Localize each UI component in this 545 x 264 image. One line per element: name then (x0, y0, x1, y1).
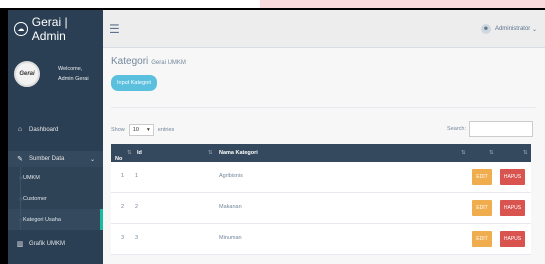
caret-down-icon: ⌄ (530, 26, 537, 33)
hapus-button[interactable]: HAPUS (500, 231, 525, 247)
sidebar-item-label: Kategori Usaha (23, 216, 61, 223)
caret-down-icon: ▾ (147, 127, 150, 133)
show-label: Show (111, 127, 125, 133)
menu-toggle-icon[interactable]: ☰ (109, 22, 120, 36)
search-control: Search: (447, 121, 533, 137)
sidebar-item-customer[interactable]: Customer (8, 188, 103, 209)
main-content: Kategori Gerai UMKM Input Kategori Show … (103, 48, 545, 264)
entries-select[interactable]: 10 ▾ (128, 124, 154, 136)
top-decor-strip (260, 0, 545, 8)
sidebar-item-grafik[interactable]: ▥ Grafik UMKM (8, 236, 103, 251)
entries-control: Show 10 ▾ entries (111, 124, 174, 136)
sort-icon: ⇅ (208, 150, 213, 156)
cloud-icon: ☁ (14, 22, 28, 36)
edit-button[interactable]: EDIT (472, 200, 492, 216)
edit-button[interactable]: EDIT (472, 169, 492, 185)
sort-icon: ⇅ (127, 150, 132, 156)
home-icon: ⌂ (17, 126, 23, 133)
user-menu[interactable]: ☻ Administrator ⌄ (480, 24, 537, 34)
avatar: Gerai (14, 61, 40, 87)
user-name: Administrator (494, 26, 531, 32)
topbar: ☰ ☻ Administrator ⌄ (103, 10, 545, 48)
page-title: Kategori (111, 56, 149, 67)
input-kategori-button[interactable]: Input Kategori (111, 75, 158, 91)
bullet-icon (18, 175, 23, 180)
bar-chart-icon: ▥ (16, 240, 24, 248)
bullet-icon (18, 217, 23, 222)
sidebar-item-kategori-usaha[interactable]: Kategori Usaha (8, 209, 103, 230)
table-row: 3 3 Minuman EDIT HAPUS (111, 224, 531, 255)
entries-label: entries (157, 127, 175, 133)
sidebar-item-sumber-data[interactable]: ✎ Sumber Data ⌄ (8, 151, 103, 167)
chevron-down-icon: ⌄ (89, 156, 95, 163)
sidebar-item-label: Sumber Data (29, 156, 65, 162)
table-header: No ⇅ Id ⇅ Nama Kategori ⇅ ⇅ ⇅ (111, 144, 531, 162)
search-input[interactable] (469, 121, 533, 137)
divider (111, 107, 536, 108)
sidebar-item-label: UMKM (23, 174, 40, 181)
sort-icon: ⇅ (489, 150, 494, 156)
sidebar-nav: ⌂ Dashboard ✎ Sumber Data ⌄ UMKM Custome… (8, 122, 103, 251)
sort-icon: ⇅ (523, 150, 528, 156)
hapus-button[interactable]: HAPUS (500, 200, 525, 216)
sidebar-item-umkm[interactable]: UMKM (8, 167, 103, 188)
sidebar: ☁ Gerai | Admin Gerai Welcome, Admin Ger… (8, 10, 103, 264)
kategori-table: No ⇅ Id ⇅ Nama Kategori ⇅ ⇅ ⇅ 1 1 Agribi… (111, 144, 531, 255)
profile-name: Admin Gerai (58, 76, 89, 82)
sidebar-item-label: Customer (23, 195, 47, 202)
sort-icon: ⇅ (461, 150, 466, 156)
sidebar-submenu: UMKM Customer Kategori Usaha (8, 167, 103, 230)
search-label: Search: (447, 126, 466, 132)
user-avatar-icon: ☻ (480, 24, 491, 34)
sidebar-item-dashboard[interactable]: ⌂ Dashboard (8, 122, 103, 137)
hapus-button[interactable]: HAPUS (500, 169, 525, 185)
table-row: 2 2 Makanan EDIT HAPUS (111, 193, 531, 224)
col-header-id[interactable]: Id (137, 150, 142, 156)
bullet-icon (18, 196, 23, 201)
profile: Gerai Welcome, Admin Gerai (8, 48, 103, 100)
sidebar-item-label: Dashboard (29, 126, 59, 133)
sidebar-item-label: Grafik UMKM (29, 240, 65, 247)
table-row: 1 1 Agribisnis EDIT HAPUS (111, 162, 531, 193)
page-subtitle: Gerai UMKM (151, 60, 186, 66)
edit-button[interactable]: EDIT (472, 231, 492, 247)
col-header-nama[interactable]: Nama Kategori (219, 150, 258, 156)
welcome-text: Welcome, (58, 66, 83, 72)
app-title: Gerai | Admin (31, 15, 68, 43)
brand[interactable]: ☁ Gerai | Admin (8, 10, 103, 48)
edit-icon: ✎ (17, 156, 23, 163)
